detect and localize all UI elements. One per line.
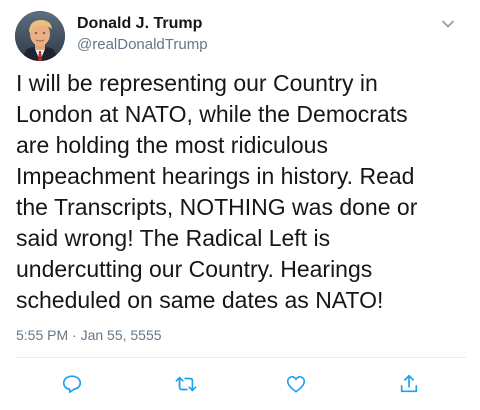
chevron-down-icon	[442, 20, 454, 28]
like-icon	[286, 376, 306, 393]
like-button[interactable]	[282, 370, 310, 398]
divider	[16, 357, 466, 358]
tweet-card: Donald J. Trump @realDonaldTrump I will …	[0, 0, 480, 410]
retweet-button[interactable]	[172, 370, 200, 398]
display-name[interactable]: Donald J. Trump	[77, 14, 208, 34]
retweet-icon	[175, 376, 197, 392]
share-icon	[400, 374, 418, 393]
reply-icon	[62, 375, 82, 394]
tweet-menu-button[interactable]	[438, 14, 458, 34]
reply-button[interactable]	[58, 370, 86, 398]
avatar[interactable]	[15, 11, 65, 61]
tweet-timestamp[interactable]: 5:55 PM · Jan 55, 5555	[16, 326, 162, 344]
user-handle[interactable]: @realDonaldTrump	[77, 35, 208, 55]
action-bar	[0, 366, 480, 402]
share-button[interactable]	[395, 370, 423, 398]
tweet-text: I will be representing our Country in Lo…	[16, 70, 418, 313]
profile-photo-icon	[15, 11, 65, 61]
author-info: Donald J. Trump @realDonaldTrump	[77, 14, 208, 55]
